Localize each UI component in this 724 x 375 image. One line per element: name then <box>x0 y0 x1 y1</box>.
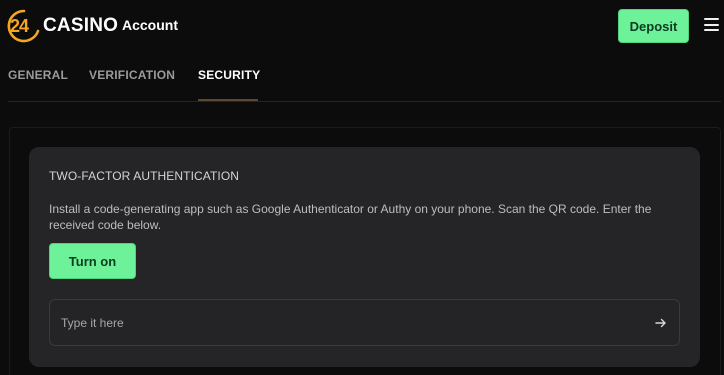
two-factor-title: TWO-FACTOR AUTHENTICATION <box>49 169 240 183</box>
code-input[interactable] <box>50 300 640 345</box>
top-bar: 24 CASINO Account Deposit <box>0 0 724 52</box>
account-tabs: GENERAL VERIFICATION SECURITY <box>8 52 721 102</box>
turn-on-button[interactable]: Turn on <box>49 243 136 279</box>
two-factor-card: TWO-FACTOR AUTHENTICATION Install a code… <box>29 147 700 367</box>
arrow-right-icon[interactable] <box>654 316 668 330</box>
tab-security[interactable]: SECURITY <box>198 68 260 82</box>
casino-logo[interactable]: 24 CASINO <box>7 8 118 44</box>
two-factor-description: Install a code-generating app such as Go… <box>49 202 652 232</box>
hamburger-menu-icon[interactable] <box>704 18 719 31</box>
deposit-button[interactable]: Deposit <box>618 9 689 43</box>
tab-verification[interactable]: VERIFICATION <box>89 68 175 82</box>
logo-word: CASINO <box>43 15 119 36</box>
active-tab-indicator <box>198 99 258 101</box>
tab-general[interactable]: GENERAL <box>8 68 68 82</box>
code-field <box>49 299 680 346</box>
page-title: Account <box>122 17 178 33</box>
logo-number: 24 <box>10 16 29 36</box>
logo-mark: 24 <box>7 9 41 43</box>
